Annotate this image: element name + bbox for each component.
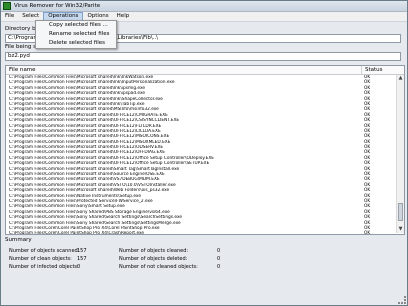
cleaned-label: Number of objects cleaned: bbox=[119, 248, 189, 254]
column-file-name[interactable]: File name bbox=[6, 66, 362, 74]
menu-rename-selected[interactable]: Rename selected files bbox=[36, 30, 116, 39]
menu-file[interactable]: File bbox=[1, 12, 18, 21]
cleaned-value: 0 bbox=[217, 248, 221, 254]
list-header: File name Status bbox=[6, 66, 404, 75]
window-title: Virus Remover for Win32/Parite bbox=[14, 3, 101, 9]
scroll-up-icon[interactable]: ▲ bbox=[397, 75, 404, 82]
clean-label: Number of clean objects: bbox=[9, 256, 72, 262]
file-path-cell: C:\Program Files\Corel\Corel PaintShop P… bbox=[9, 231, 145, 235]
clean-value: 157 bbox=[77, 256, 87, 262]
table-row[interactable]: C:\Program Files\Corel\Corel PaintShop P… bbox=[6, 231, 396, 235]
app-window: Virus Remover for Win32/Parite File Sele… bbox=[0, 0, 408, 306]
not-cleaned-value: 0 bbox=[217, 264, 221, 270]
list-rows: C:\Program Files\Common Files\Microsoft … bbox=[6, 75, 404, 235]
infected-label: Number of infected objects: bbox=[9, 264, 79, 270]
scroll-down-icon[interactable]: ▼ bbox=[397, 226, 404, 233]
resize-grip-icon[interactable] bbox=[398, 296, 406, 304]
menu-copy-selected[interactable]: Copy selected files ... bbox=[36, 21, 116, 30]
vertical-scrollbar[interactable]: ▲ ▼ bbox=[396, 75, 404, 233]
status-cell: OK bbox=[364, 231, 371, 235]
title-bar: Virus Remover for Win32/Parite bbox=[1, 1, 407, 12]
summary-section: Summary Number of objects scanned: 157 N… bbox=[5, 237, 403, 299]
deleted-label: Number of objects deleted: bbox=[119, 256, 188, 262]
infected-value: 0 bbox=[77, 264, 81, 270]
scroll-thumb[interactable] bbox=[398, 203, 403, 221]
deleted-value: 0 bbox=[217, 256, 221, 262]
menu-delete-selected[interactable]: Delete selected files bbox=[36, 39, 116, 48]
summary-title: Summary bbox=[5, 237, 32, 243]
file-scan-field: bz2.pyd bbox=[5, 52, 401, 61]
not-cleaned-label: Number of not cleaned objects: bbox=[119, 264, 198, 270]
column-status[interactable]: Status bbox=[362, 66, 383, 74]
operations-dropdown: Copy selected files ... Rename selected … bbox=[35, 20, 117, 49]
file-list[interactable]: File name Status C:\Program Files\Common… bbox=[5, 65, 405, 235]
scanned-value: 157 bbox=[77, 248, 87, 254]
scanned-label: Number of objects scanned: bbox=[9, 248, 80, 254]
app-icon bbox=[3, 2, 11, 10]
